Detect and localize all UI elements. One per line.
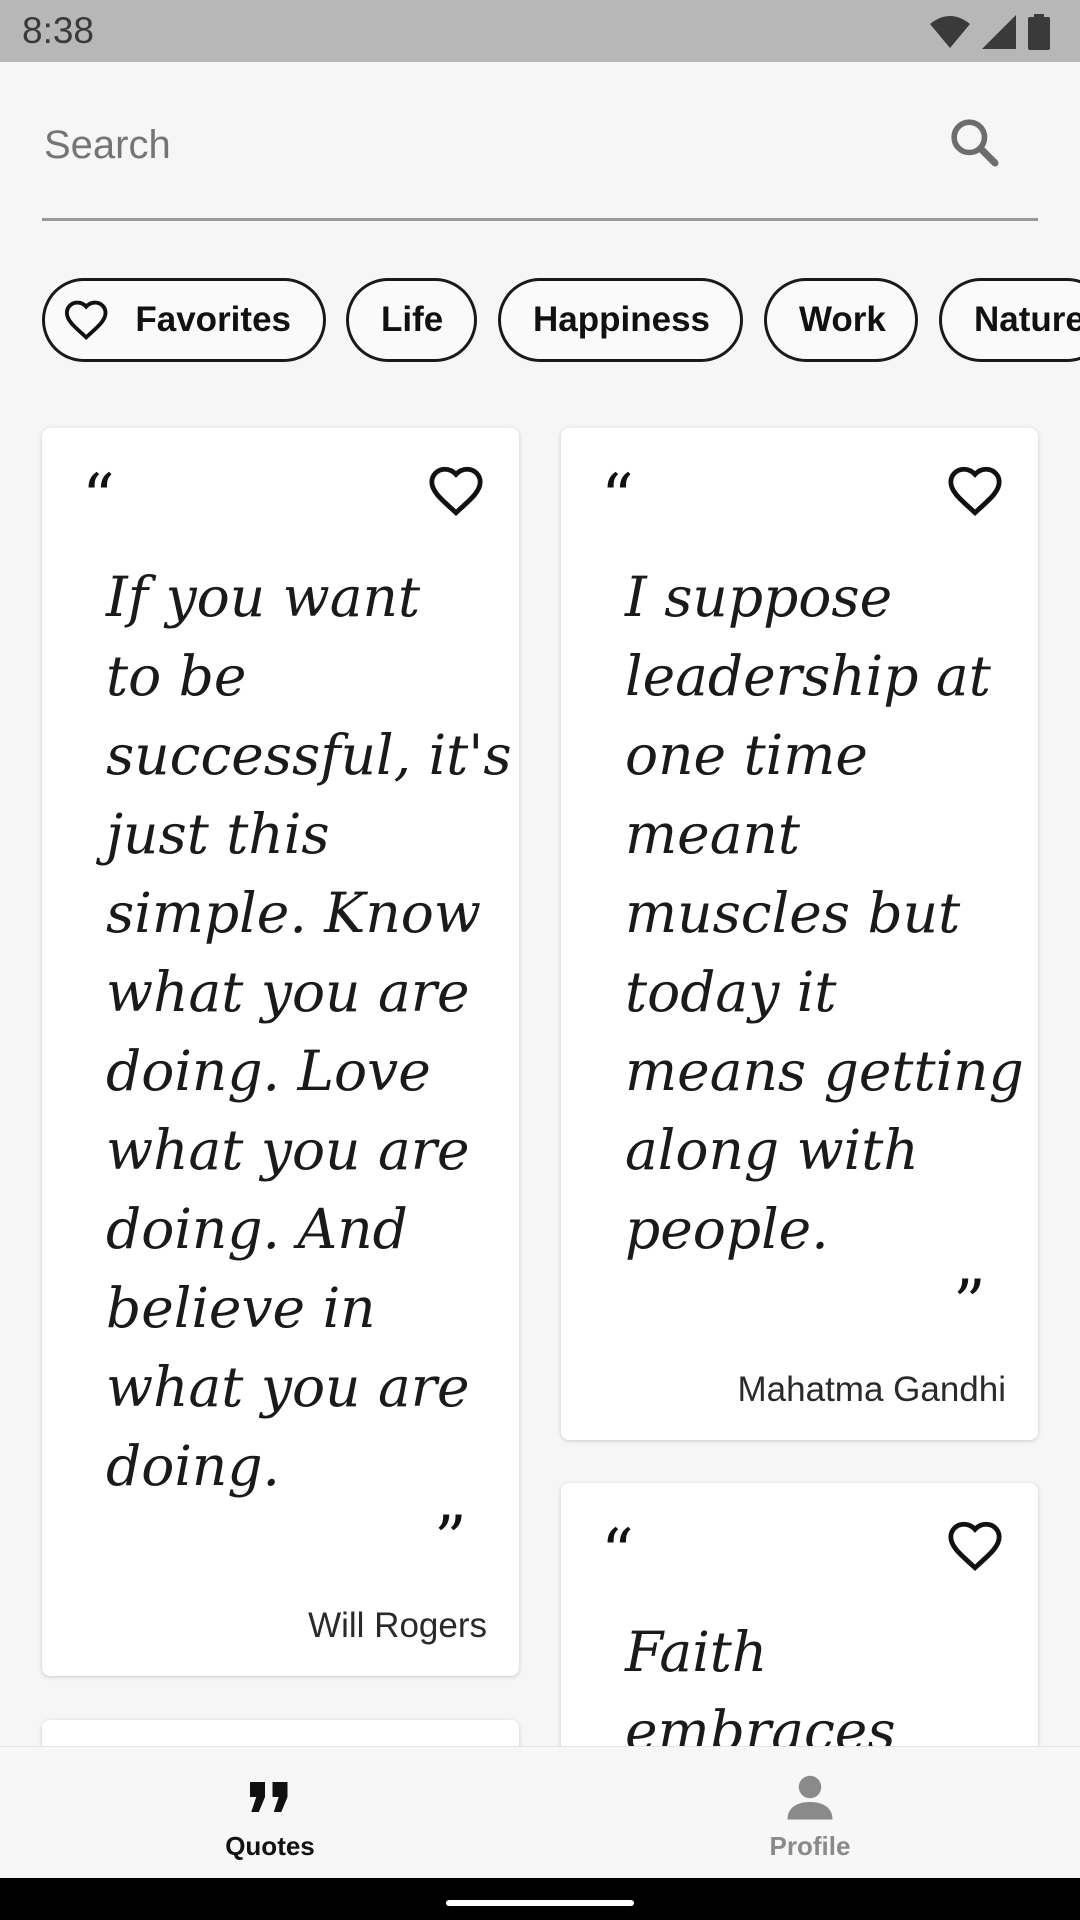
chip-happiness[interactable]: Happiness [498,278,743,362]
quote-line: what you are [106,1118,470,1182]
person-icon [787,1775,833,1820]
open-quote-icon: “ [82,461,115,535]
search-bar [42,96,1038,221]
quote-line: muscles but [625,881,961,945]
quote-line: people. [625,1197,829,1261]
chip-label: Life [381,300,444,339]
quote-text: If you want to be successful, it's just … [106,558,512,1506]
system-navigation-bar [0,1878,1080,1920]
close-quote-icon: ” [953,1267,986,1341]
nav-label: Profile [769,1831,851,1861]
category-chips: Favorites Life Happiness Work Nature [42,278,1080,368]
close-quote-icon: ” [434,1503,467,1577]
quote-line: doing. And [106,1197,408,1261]
quote-line: along with [625,1118,919,1182]
status-bar: 8:38 [0,0,1080,62]
status-icons [930,14,1050,50]
battery-icon [1028,14,1050,50]
quote-line: meant [625,802,801,866]
quote-author: Will Rogers [308,1606,487,1645]
chip-label: Happiness [533,300,710,339]
favorite-heart-icon[interactable] [427,462,485,520]
format-quote-icon [250,1782,288,1812]
quote-line: what you are [106,1355,470,1419]
quote-line: today it [625,960,837,1024]
quote-line: doing. Love [106,1039,431,1103]
nav-quotes[interactable]: Quotes [0,1747,540,1879]
open-quote-icon: “ [601,1516,634,1590]
quote-card[interactable]: “ If you want to be successful, it's jus… [42,428,519,1676]
status-time: 8:38 [22,10,95,51]
quote-line: Faith [625,1620,768,1684]
bottom-navigation: Quotes Profile [0,1746,1080,1879]
chip-work[interactable]: Work [764,278,918,362]
chip-life[interactable]: Life [346,278,477,362]
nav-profile[interactable]: Profile [540,1747,1080,1879]
search-icon[interactable] [946,114,1002,170]
quote-line: doing. [106,1434,281,1498]
quote-line: successful, it's [106,723,512,787]
wifi-icon [930,16,970,48]
quote-card[interactable]: “ Faith embraces [561,1483,1038,1783]
favorite-heart-icon[interactable] [946,462,1004,520]
quote-line: to be [106,644,247,708]
home-gesture-handle[interactable] [446,1900,634,1906]
chip-label: Work [799,300,886,339]
chip-nature[interactable]: Nature [939,278,1080,362]
chip-label: Favorites [135,300,291,339]
quote-line: one time [625,723,868,787]
quote-line: leadership at [625,644,991,708]
quote-text: I suppose leadership at one time meant m… [625,558,1024,1269]
quote-line: means getting [625,1039,1024,1103]
quote-line: If you want [106,565,421,629]
chip-label: Nature [974,300,1080,339]
quote-line: I suppose [625,565,893,629]
quote-line: just this [106,802,330,866]
quote-author: Mahatma Gandhi [737,1370,1006,1409]
favorite-heart-icon[interactable] [946,1517,1004,1575]
quote-line: believe in [106,1276,376,1340]
nav-label: Quotes [225,1831,315,1861]
quote-card[interactable]: “ I suppose leadership at one time meant… [561,428,1038,1440]
open-quote-icon: “ [601,461,634,535]
search-input[interactable] [42,114,906,176]
chip-favorites[interactable]: Favorites [42,278,326,362]
quote-line: what you are [106,960,470,1024]
quote-line: simple. Know [106,881,481,945]
cellular-signal-icon [982,15,1016,49]
